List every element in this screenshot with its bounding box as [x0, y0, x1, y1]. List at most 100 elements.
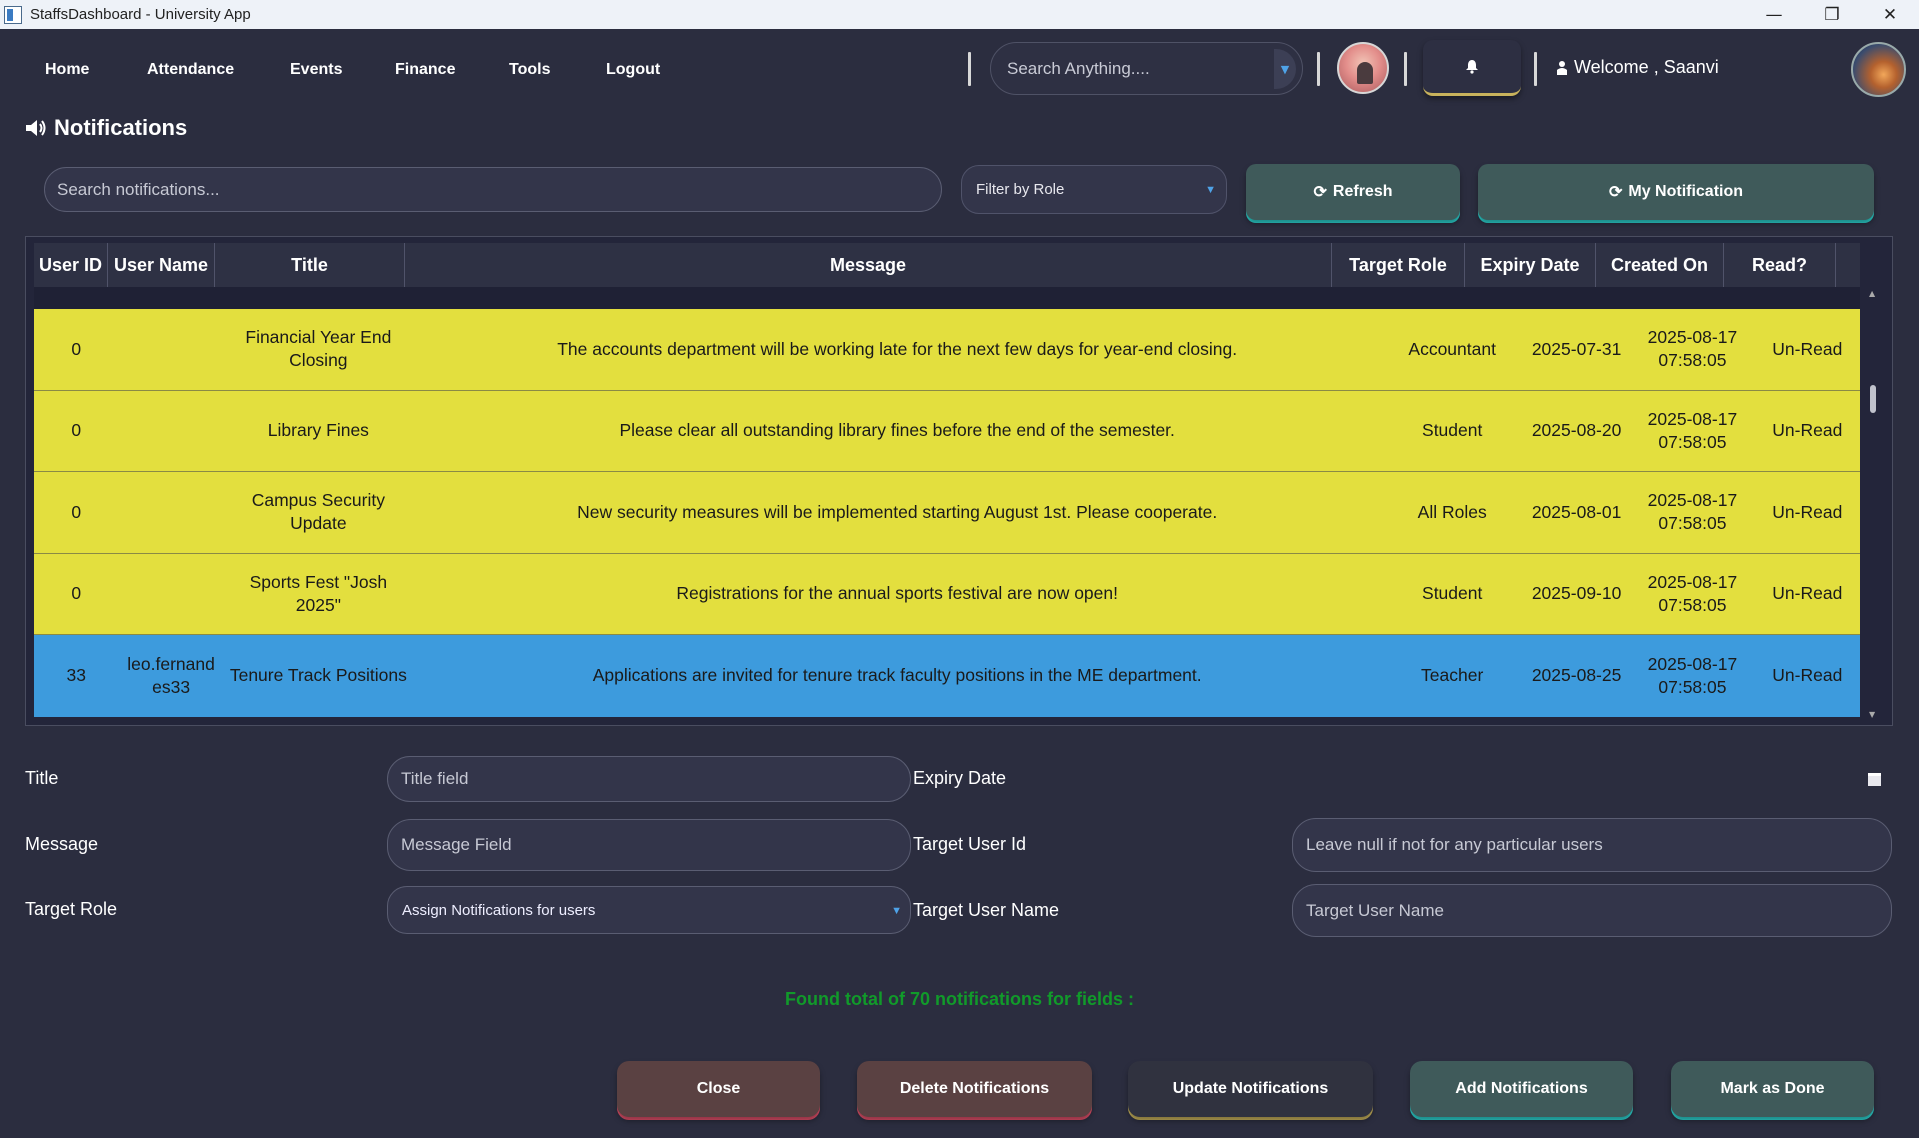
cell-created-on: 2025-08-17 07:58:05 — [1647, 490, 1738, 534]
nav-events[interactable]: Events — [290, 61, 342, 79]
target-user-name-placeholder: Target User Name — [1306, 900, 1444, 920]
role-filter-select[interactable]: Filter by Role ▼ — [961, 165, 1227, 214]
global-search-input[interactable]: Search Anything.... ▼ — [990, 42, 1303, 95]
my-notification-button[interactable]: ⟳ My Notification — [1478, 164, 1874, 220]
separator — [1534, 52, 1537, 86]
app-icon — [4, 5, 22, 24]
scroll-up-icon[interactable]: ▲ — [1869, 289, 1875, 298]
column-header-message[interactable]: Message — [405, 243, 1332, 287]
scrollbar-thumb[interactable] — [1870, 385, 1876, 413]
delete-notifications-button[interactable]: Delete Notifications — [857, 1061, 1092, 1117]
global-search-placeholder: Search Anything.... — [1007, 58, 1150, 78]
message-field-placeholder: Message Field — [401, 835, 512, 854]
cell-user-id: 0 — [71, 420, 82, 441]
cell-created-on: 2025-08-17 07:58:05 — [1647, 653, 1738, 697]
refresh-button[interactable]: ⟳ Refresh — [1246, 164, 1460, 220]
table-row-selected[interactable]: 33 leo.fernandes33 Tenure Track Position… — [34, 635, 1860, 717]
table-row[interactable]: 0 Financial Year End Closing The account… — [34, 309, 1860, 391]
column-header-created-on[interactable]: Created On — [1596, 243, 1724, 287]
cell-user-name — [118, 391, 223, 472]
speaker-icon — [26, 120, 46, 136]
nav-finance[interactable]: Finance — [395, 61, 455, 79]
nav-tools[interactable]: Tools — [509, 61, 550, 79]
cell-created-on: 2025-08-17 07:58:05 — [1647, 408, 1738, 452]
message-label: Message — [25, 834, 99, 854]
target-user-name-field[interactable]: Target User Name — [1292, 884, 1892, 937]
bell-icon — [1466, 60, 1478, 74]
add-notifications-button[interactable]: Add Notifications — [1410, 1061, 1633, 1117]
target-user-id-field[interactable]: Leave null if not for any particular use… — [1292, 818, 1892, 872]
table-body: 0 Financial Year End Closing The account… — [34, 309, 1860, 717]
chevron-down-icon: ▼ — [1205, 184, 1216, 196]
column-header-title[interactable]: Title — [215, 243, 405, 287]
target-user-id-label: Target User Id — [913, 834, 1027, 854]
notifications-bell-button[interactable] — [1423, 40, 1521, 96]
status-text: Found total of 70 notifications for fiel… — [785, 989, 1134, 1009]
table-scrollbar[interactable]: ▲ ▼ — [1866, 289, 1880, 719]
cell-created-on: 2025-08-17 07:58:05 — [1647, 327, 1738, 371]
cell-title: Library Fines — [267, 420, 369, 441]
cell-expiry-date: 2025-09-10 — [1531, 583, 1622, 604]
column-header-user-name[interactable]: User Name — [108, 243, 215, 287]
separator — [968, 52, 971, 86]
notification-search-placeholder: Search notifications... — [57, 179, 220, 199]
separator — [1317, 52, 1320, 86]
table-row[interactable]: 0 Sports Fest "Josh 2025" Registrations … — [34, 553, 1860, 635]
nav-attendance[interactable]: Attendance — [147, 61, 234, 79]
cell-read: Un-Read — [1772, 338, 1843, 359]
close-window-icon[interactable]: ✕ — [1861, 0, 1919, 29]
cell-message: Applications are invited for tenure trac… — [592, 665, 1202, 686]
table-row[interactable]: 0 Campus Security Update New security me… — [34, 472, 1860, 554]
cell-user-id: 33 — [66, 665, 86, 686]
cell-message: Please clear all outstanding library fin… — [619, 420, 1175, 441]
close-button[interactable]: Close — [617, 1061, 820, 1117]
scroll-down-icon[interactable]: ▼ — [1869, 710, 1875, 719]
calendar-icon[interactable] — [1868, 773, 1881, 786]
cell-title: Financial Year End Closing — [245, 327, 392, 371]
maximize-icon[interactable]: ❐ — [1803, 0, 1861, 29]
role-filter-value: Filter by Role — [976, 181, 1065, 198]
column-header-read[interactable]: Read? — [1724, 243, 1836, 287]
cell-expiry-date: 2025-08-01 — [1531, 501, 1622, 522]
cell-user-name — [118, 554, 223, 635]
cell-created-on: 2025-08-17 07:58:05 — [1647, 571, 1738, 615]
notification-search-input[interactable]: Search notifications... — [44, 167, 942, 212]
cell-read: Un-Read — [1772, 583, 1843, 604]
welcome-message: Welcome , Saanvi — [1556, 57, 1719, 78]
column-header-target-role[interactable]: Target Role — [1332, 243, 1465, 287]
expiry-date-label: Expiry Date — [913, 768, 1007, 788]
cell-target-role: All Roles — [1417, 501, 1487, 522]
refresh-icon: ⟳ — [1608, 184, 1623, 201]
target-role-select[interactable]: Assign Notifications for users ▼ — [387, 886, 911, 934]
target-user-id-placeholder: Leave null if not for any particular use… — [1306, 835, 1603, 854]
minimize-icon[interactable]: — — [1745, 0, 1803, 29]
welcome-text: Welcome , Saanvi — [1574, 57, 1719, 77]
chevron-down-icon[interactable]: ▼ — [1274, 49, 1296, 89]
target-user-name-label: Target User Name — [913, 900, 1060, 920]
page-title: Notifications — [24, 115, 187, 141]
update-notifications-button[interactable]: Update Notifications — [1128, 1061, 1373, 1117]
table-row[interactable]: 0 Library Fines Please clear all outstan… — [34, 390, 1860, 472]
notifications-table: User ID User Name Title Message Target R… — [25, 236, 1893, 726]
user-avatar[interactable] — [1337, 42, 1389, 94]
title-field[interactable]: Title field — [387, 756, 911, 802]
profile-avatar[interactable] — [1851, 42, 1906, 97]
cell-user-name: leo.fernandes33 — [127, 653, 215, 697]
column-header-expiry-date[interactable]: Expiry Date — [1465, 243, 1596, 287]
cell-read: Un-Read — [1772, 420, 1843, 441]
refresh-icon: ⟳ — [1313, 184, 1327, 201]
cell-message: Registrations for the annual sports fest… — [676, 583, 1118, 604]
table-header: User ID User Name Title Message Target R… — [34, 243, 1860, 287]
cell-title: Campus Security Update — [251, 490, 385, 534]
table-row-partial — [34, 287, 1860, 309]
refresh-label: Refresh — [1332, 183, 1393, 200]
title-label: Title — [25, 768, 59, 788]
nav-logout[interactable]: Logout — [606, 61, 660, 79]
nav-home[interactable]: Home — [45, 61, 89, 79]
cell-target-role: Student — [1422, 583, 1483, 604]
mark-as-done-button[interactable]: Mark as Done — [1671, 1061, 1874, 1117]
window-controls: — ❐ ✕ — [1745, 0, 1919, 29]
message-field[interactable]: Message Field — [387, 819, 911, 871]
chevron-down-icon: ▼ — [891, 905, 902, 917]
column-header-user-id[interactable]: User ID — [34, 243, 108, 287]
